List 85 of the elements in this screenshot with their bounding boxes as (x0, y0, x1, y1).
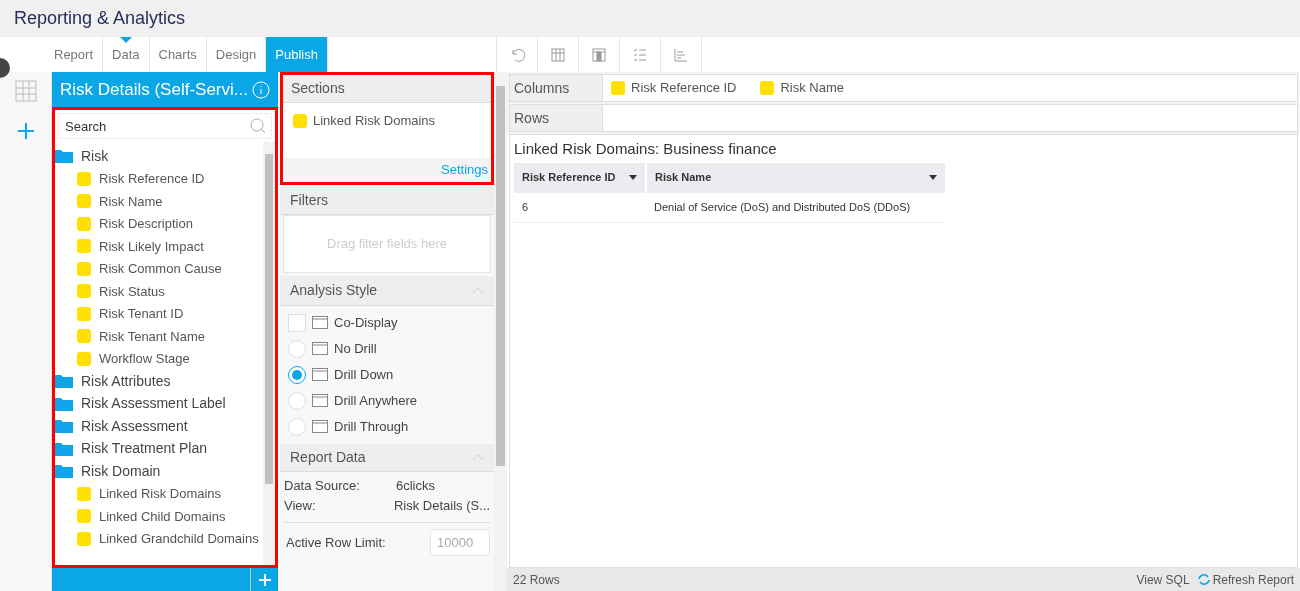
field-icon (77, 486, 91, 501)
info-label: Data Source: (284, 477, 361, 496)
tree-field[interactable]: Risk Common Cause (55, 257, 263, 280)
shelf-field[interactable]: Risk Name (760, 78, 845, 98)
tree-field[interactable]: Risk Description (55, 212, 263, 235)
option-label[interactable]: No Drill (334, 339, 377, 359)
field-icon (77, 329, 91, 344)
shelf-label: Columns (510, 75, 603, 101)
search-field[interactable]: Search (58, 113, 272, 139)
folder-icon (55, 441, 73, 456)
app-title: Reporting & Analytics (14, 7, 186, 30)
window-icon (312, 393, 328, 409)
row-limit-field[interactable]: 10000 (430, 529, 490, 556)
column-header[interactable]: Risk Name (646, 162, 946, 193)
tree-field[interactable]: Risk Tenant ID (55, 302, 263, 325)
folder-icon (55, 149, 73, 164)
report-section-title: Linked Risk Domains: Business finance (514, 139, 778, 159)
tree-field[interactable]: Risk Name (55, 190, 263, 213)
field-icon (77, 216, 91, 231)
field-icon (611, 81, 625, 95)
field-icon (77, 171, 91, 186)
folder-icon (55, 464, 73, 479)
window-icon (312, 419, 328, 435)
plus-icon (258, 573, 271, 586)
field-icon (77, 351, 91, 366)
info-label: View: (284, 497, 317, 516)
section-title: Sections (291, 79, 345, 98)
caret-icon (629, 175, 637, 180)
field-icon (77, 194, 91, 209)
tree-field[interactable]: Risk Status (55, 280, 263, 303)
tree-folder[interactable]: Risk (55, 145, 263, 168)
tree-folder[interactable]: Risk Treatment Plan (55, 437, 263, 460)
panel-title: Risk Details (Self-Servi... (60, 78, 248, 101)
collapse-handle-icon[interactable] (0, 58, 10, 78)
tree-field[interactable]: Risk Reference ID (55, 167, 263, 190)
info-value: Risk Details (S... (393, 497, 490, 516)
radio-button[interactable] (288, 366, 306, 384)
tree-field[interactable]: Linked Child Domains (55, 505, 263, 528)
window-icon (312, 367, 328, 383)
refresh-icon (1197, 573, 1210, 586)
field-icon (760, 81, 775, 95)
option-label[interactable]: Drill Through (334, 417, 409, 437)
info-value: 6clicks (396, 477, 435, 496)
option-label[interactable]: Drill Anywhere (334, 391, 418, 411)
tree-field[interactable]: Workflow Stage (55, 347, 263, 370)
info-icon[interactable] (252, 80, 270, 99)
tree-folder[interactable]: Risk Attributes (55, 370, 263, 393)
field-icon (77, 239, 91, 254)
column-header[interactable]: Risk Reference ID (514, 162, 646, 193)
option-label[interactable]: Drill Down (334, 365, 394, 385)
section-title: Analysis Style (290, 281, 378, 300)
shelf-label: Rows (510, 105, 603, 131)
field-icon (77, 509, 91, 524)
section-title: Report Data (290, 448, 366, 467)
collapse-icon[interactable] (472, 287, 484, 294)
table-cell: 6 (514, 192, 646, 223)
table-cell: Denial of Service (DoS) and Distributed DoS (DDoS) (646, 192, 946, 223)
tree-field[interactable]: Risk Tenant Name (55, 325, 263, 348)
folder-icon (55, 374, 73, 389)
window-icon (312, 341, 328, 357)
window-icon (312, 315, 328, 331)
caret-icon (929, 175, 937, 180)
section-title: Filters (290, 191, 329, 210)
tree-field[interactable]: Linked Grandchild Domains (55, 527, 263, 550)
tree-folder[interactable]: Risk Assessment Label (55, 392, 263, 415)
tree-folder[interactable]: Risk Assessment (55, 415, 263, 438)
view-sql-link[interactable]: View SQL (1136, 570, 1190, 589)
field-icon (77, 306, 91, 321)
option-label[interactable]: Co-Display (334, 313, 398, 333)
field-icon (77, 531, 91, 546)
field-label: Active Row Limit: (286, 533, 386, 552)
tree-field[interactable]: Risk Likely Impact (55, 235, 263, 258)
search-icon[interactable] (250, 118, 266, 134)
shelf-field[interactable]: Risk Reference ID (611, 78, 737, 98)
folder-icon (55, 396, 73, 411)
tree-field[interactable]: Linked Risk Domains (55, 482, 263, 505)
collapse-icon[interactable] (472, 454, 484, 461)
refresh-report-button[interactable]: Refresh Report (1197, 570, 1294, 589)
field-icon (77, 284, 91, 299)
checkbox[interactable] (288, 314, 306, 332)
field-icon (293, 113, 307, 128)
tree-folder[interactable]: Risk Domain (55, 460, 263, 483)
row-count: 22 Rows (513, 571, 560, 589)
folder-icon (55, 419, 73, 434)
field-icon (77, 261, 91, 276)
